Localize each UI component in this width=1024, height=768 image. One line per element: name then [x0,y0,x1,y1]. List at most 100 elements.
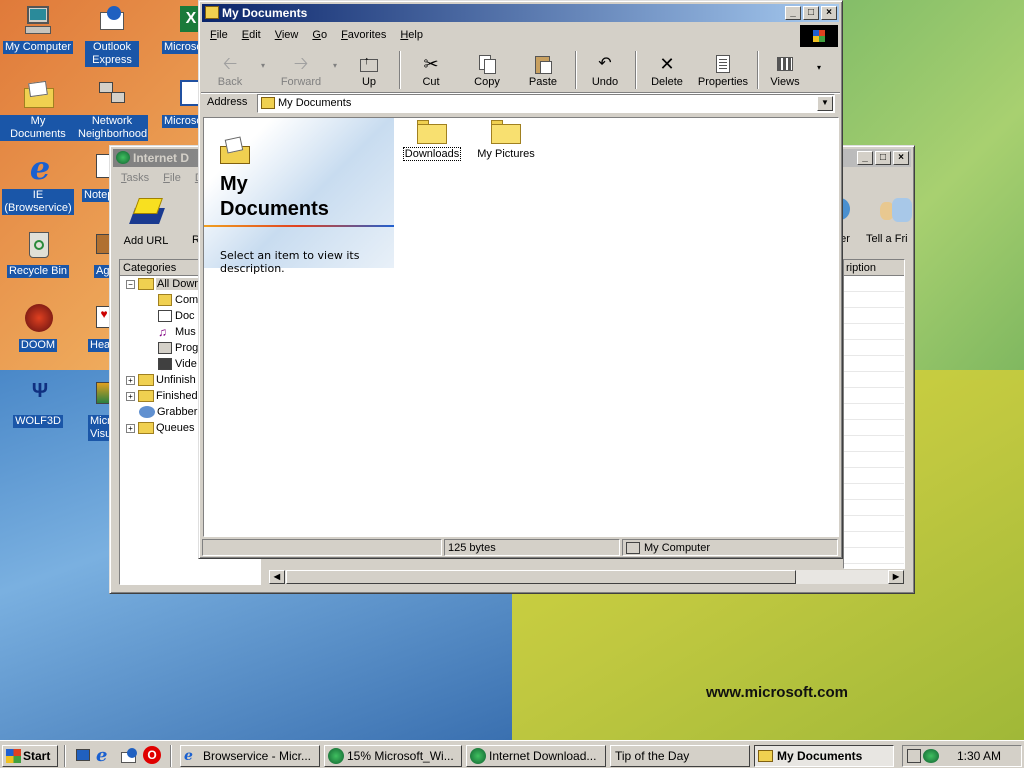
tree-item-finished[interactable]: + Finished [126,388,198,404]
close-button[interactable]: × [893,151,909,165]
status-bar: 125 bytes My Computer [202,539,839,557]
menu-tasks[interactable]: Tasks [114,170,156,186]
downloads-list-panel[interactable]: ription [843,259,905,569]
system-tray: 1:30 AM [902,745,1022,767]
add-url-button[interactable]: Add URL [118,194,174,247]
desktop-icon-age-of-empires[interactable]: Age of Empires [74,228,114,281]
folder-label: Downloads [402,147,462,161]
task-browservice[interactable]: e Browservice - Micr... [180,745,320,767]
menu-file[interactable]: File [156,170,188,186]
menu-favorites[interactable]: Favorites [334,27,393,43]
paste-label: Paste [528,76,558,88]
desktop-icon-visual-studio[interactable]: Microsoft Visual [74,378,114,444]
minimize-button[interactable]: _ [857,151,873,165]
desktop-icon-wolf3d[interactable]: Ψ WOLF3D [0,378,76,428]
folder-item-my-pictures[interactable]: My Pictures [472,120,540,160]
views-button[interactable]: Views [765,53,805,88]
tree-item-unfinished[interactable]: + Unfinish [126,372,196,388]
tree-item-grabber[interactable]: Grabber [139,404,197,420]
tree-item-documents[interactable]: Doc [158,308,195,324]
address-input[interactable]: My Documents ▼ [257,94,835,113]
desktop-icon-excel[interactable]: X Microsoft Excel [148,4,198,54]
up-button[interactable]: ↑ Up [347,53,391,88]
desktop-icon-notepad[interactable]: Notepad [74,152,114,202]
up-label: Up [361,76,377,88]
back-button[interactable]: 🡠 Back [207,53,253,88]
desktop-icon-doom[interactable]: DOOM [0,302,76,352]
minimize-button[interactable]: _ [785,6,801,20]
task-label: Browservice - Micr... [203,749,312,763]
scroll-right-button[interactable]: ▶ [888,570,904,584]
menu-help[interactable]: Help [393,27,430,43]
close-button[interactable]: × [821,6,837,20]
outlook-express-icon [95,4,129,38]
desktop-icon-recycle-bin[interactable]: Recycle Bin [0,228,76,278]
delete-button[interactable]: ✕ Delete [645,53,689,88]
idm-tray-icon[interactable] [923,749,939,763]
desktop-icon-my-computer[interactable]: My Computer [0,4,76,54]
cut-button[interactable]: ✂ Cut [409,53,453,88]
task-tip-of-the-day[interactable]: Tip of the Day [610,745,750,767]
views-label: Views [770,76,800,88]
tree-item-video[interactable]: Vide [158,356,197,372]
description-column-header[interactable]: ription [844,260,904,276]
tell-a-friend-icon [876,194,912,232]
opera-quicklaunch-icon[interactable]: O [143,746,161,764]
menu-file[interactable]: File [203,27,235,43]
copy-button[interactable]: Copy [465,53,509,88]
desktop-icon-label: My Documents [0,115,76,141]
compressed-folder-icon [158,294,172,307]
scrollbar-thumb[interactable] [286,570,796,584]
outlook-quicklaunch-icon[interactable] [120,747,138,765]
explorer-title-bar[interactable]: My Documents _ □ × [202,4,839,22]
maximize-button[interactable]: □ [875,151,891,165]
task-download-progress[interactable]: 15% Microsoft_Wi... [324,745,462,767]
undo-button[interactable]: ↶ Undo [583,53,627,88]
desktop-icon-hearts[interactable]: ♥ Hearts [74,302,114,352]
excel-icon: X [156,4,198,38]
network-tray-icon[interactable] [907,749,921,763]
desktop-icon-frontpage[interactable]: Microsoft FrontPage [148,78,198,128]
tree-item-compressed[interactable]: Com [158,292,198,308]
delete-x-icon: ✕ [659,54,675,74]
add-url-icon [126,194,166,234]
tree-item-all-downloads[interactable]: − All Down [126,276,202,292]
desktop-icon-outlook-express[interactable]: Outlook Express [74,4,150,67]
taskbar-separator [64,745,66,767]
desktop-icon-ie[interactable]: e IE (Browservice) [0,152,76,215]
desktop-icon-network-neighborhood[interactable]: Network Neighborhood [74,78,150,141]
desktop-icon-my-documents[interactable]: My Documents [0,78,76,141]
folder-item-downloads[interactable]: Downloads [400,120,464,161]
maximize-button[interactable]: □ [803,6,819,20]
task-internet-download-manager[interactable]: Internet Download... [466,745,606,767]
properties-button[interactable]: Properties [693,53,753,88]
menu-go[interactable]: Go [305,27,334,43]
program-icon [158,342,172,355]
forward-dropdown-arrow[interactable]: ▾ [333,61,337,70]
tree-item-music[interactable]: ♫ Mus [158,324,196,340]
views-dropdown-arrow[interactable]: ▾ [817,63,821,72]
menu-view[interactable]: View [268,27,306,43]
scroll-left-button[interactable]: ◀ [269,570,285,584]
task-my-documents[interactable]: My Documents [754,745,894,767]
folder-view[interactable]: My Documents Select an item to view its d… [203,117,839,537]
idm-horizontal-scrollbar[interactable]: ◀ ▶ [268,569,905,585]
tree-item-programs[interactable]: Prog [158,340,198,356]
folder-open-icon [138,278,154,291]
desktop-icon-label: Outlook Express [85,41,139,67]
address-dropdown-button[interactable]: ▼ [817,96,833,111]
ie-quicklaunch-icon[interactable]: e [96,745,116,766]
my-documents-title-icon [205,6,219,19]
tell-a-friend-button[interactable]: Tell a Fri [866,194,912,245]
forward-button[interactable]: 🡢 Forward [275,53,327,88]
desktop-icon-label: Recycle Bin [6,265,70,278]
clock[interactable]: 1:30 AM [957,749,1001,763]
paste-button[interactable]: Paste [521,53,565,88]
doom-icon [21,302,55,336]
start-button[interactable]: Start [2,745,58,767]
back-dropdown-arrow[interactable]: ▾ [261,61,265,70]
show-desktop-icon[interactable] [74,747,92,765]
tree-item-queues[interactable]: + Queues [126,420,195,436]
menu-edit[interactable]: Edit [235,27,268,43]
my-computer-icon [21,4,55,38]
